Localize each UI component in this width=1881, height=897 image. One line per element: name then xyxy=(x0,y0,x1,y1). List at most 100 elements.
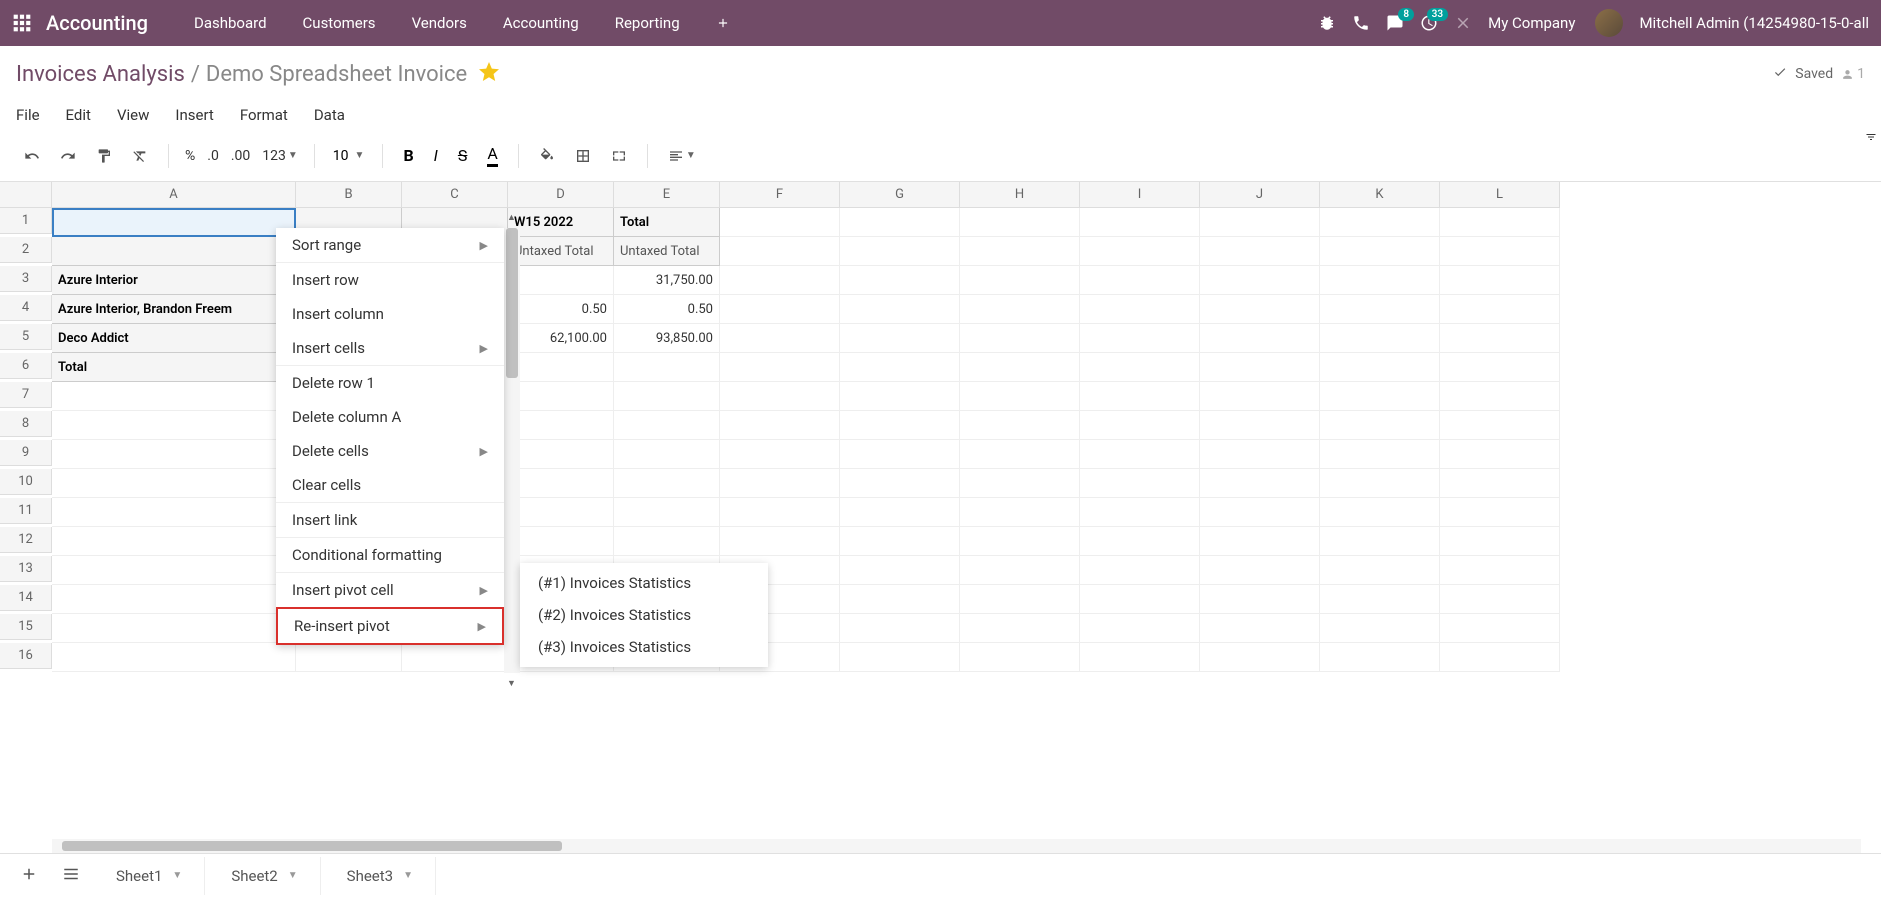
cell[interactable] xyxy=(960,295,1080,324)
ctx-delete-cells[interactable]: Delete cells▶ xyxy=(276,434,504,468)
col-header[interactable]: B xyxy=(296,182,402,208)
sheet-tab[interactable]: Sheet2▼ xyxy=(209,857,320,895)
cell[interactable]: 62,100.00 xyxy=(508,324,614,353)
cell[interactable] xyxy=(720,295,840,324)
cell[interactable] xyxy=(1440,237,1560,266)
bug-icon[interactable] xyxy=(1318,14,1336,32)
sheet-tab[interactable]: Sheet1▼ xyxy=(94,857,205,895)
submenu-item[interactable]: (#2) Invoices Statistics xyxy=(520,599,768,631)
menu-file[interactable]: File xyxy=(16,106,40,124)
cell[interactable] xyxy=(1320,324,1440,353)
cell[interactable] xyxy=(1080,208,1200,237)
menu-edit[interactable]: Edit xyxy=(66,106,91,124)
row-header[interactable]: 11 xyxy=(0,498,52,524)
ctx-insert-row[interactable]: Insert row xyxy=(276,263,504,297)
nav-add[interactable] xyxy=(698,0,748,46)
col-header[interactable]: I xyxy=(1080,182,1200,208)
row-header[interactable]: 12 xyxy=(0,527,52,553)
cell[interactable] xyxy=(614,353,720,382)
cell[interactable] xyxy=(840,208,960,237)
nav-accounting[interactable]: Accounting xyxy=(485,0,597,46)
cell[interactable] xyxy=(1320,353,1440,382)
row-header[interactable]: 5 xyxy=(0,324,52,350)
cell[interactable] xyxy=(1200,324,1320,353)
text-color-button[interactable]: A xyxy=(479,138,505,173)
ctx-insert-column[interactable]: Insert column xyxy=(276,297,504,331)
cell[interactable] xyxy=(1320,208,1440,237)
cell[interactable] xyxy=(1080,295,1200,324)
cell[interactable] xyxy=(1200,266,1320,295)
cell[interactable]: Untaxed Total xyxy=(508,237,614,266)
company-selector[interactable]: My Company xyxy=(1488,14,1575,32)
bold-button[interactable]: B xyxy=(395,140,421,171)
row-header[interactable]: 3 xyxy=(0,266,52,292)
decimal-increase-button[interactable]: .00 xyxy=(227,148,254,164)
row-header[interactable]: 4 xyxy=(0,295,52,321)
cell[interactable] xyxy=(960,353,1080,382)
row-header[interactable]: 9 xyxy=(0,440,52,466)
row-header[interactable]: 7 xyxy=(0,382,52,408)
row-header[interactable]: 2 xyxy=(0,237,52,263)
cell[interactable] xyxy=(508,266,614,295)
cell[interactable] xyxy=(840,237,960,266)
redo-button[interactable] xyxy=(52,142,84,170)
ctx-conditional-format[interactable]: Conditional formatting xyxy=(276,538,504,572)
menu-format[interactable]: Format xyxy=(240,106,288,124)
col-header[interactable]: F xyxy=(720,182,840,208)
decimal-decrease-button[interactable]: .0 xyxy=(203,148,223,164)
cell[interactable] xyxy=(1080,237,1200,266)
select-all-corner[interactable] xyxy=(0,182,52,208)
apps-icon[interactable] xyxy=(12,13,32,33)
cell[interactable] xyxy=(720,266,840,295)
chat-icon[interactable]: 8 xyxy=(1386,14,1404,32)
cell[interactable]: Deco Addict xyxy=(52,324,296,353)
row-header[interactable]: 6 xyxy=(0,353,52,379)
cell[interactable] xyxy=(1440,266,1560,295)
ctx-delete-row[interactable]: Delete row 1 xyxy=(276,366,504,400)
nav-reporting[interactable]: Reporting xyxy=(597,0,698,46)
all-sheets-button[interactable] xyxy=(52,859,90,893)
strike-button[interactable]: S xyxy=(450,140,476,171)
close-icon[interactable] xyxy=(1454,14,1472,32)
merge-button[interactable] xyxy=(603,142,635,170)
row-header[interactable]: 15 xyxy=(0,614,52,640)
nav-dashboard[interactable]: Dashboard xyxy=(176,0,285,46)
cell[interactable] xyxy=(1080,324,1200,353)
cell[interactable] xyxy=(52,237,296,266)
cell[interactable] xyxy=(1440,353,1560,382)
cell[interactable] xyxy=(720,237,840,266)
add-sheet-button[interactable] xyxy=(10,859,48,893)
breadcrumb-parent[interactable]: Invoices Analysis xyxy=(16,62,185,87)
nav-customers[interactable]: Customers xyxy=(285,0,394,46)
cell[interactable] xyxy=(1320,266,1440,295)
cell[interactable]: Azure Interior xyxy=(52,266,296,295)
cell[interactable] xyxy=(52,208,296,237)
cell[interactable] xyxy=(1080,353,1200,382)
sheet-tab[interactable]: Sheet3▼ xyxy=(325,857,436,895)
ctx-insert-link[interactable]: Insert link xyxy=(276,503,504,537)
percent-button[interactable]: % xyxy=(181,148,199,164)
submenu-item[interactable]: (#1) Invoices Statistics xyxy=(520,567,768,599)
avatar[interactable] xyxy=(1595,9,1623,37)
font-size-selector[interactable]: 10▼ xyxy=(327,148,371,164)
ctx-sort-range[interactable]: Sort range▶ xyxy=(276,228,504,262)
col-header[interactable]: L xyxy=(1440,182,1560,208)
nav-vendors[interactable]: Vendors xyxy=(394,0,485,46)
cell[interactable] xyxy=(960,237,1080,266)
row-header[interactable]: 8 xyxy=(0,411,52,437)
borders-button[interactable] xyxy=(567,142,599,170)
horizontal-scrollbar[interactable] xyxy=(0,839,1861,853)
menu-insert[interactable]: Insert xyxy=(175,106,213,124)
col-header[interactable]: G xyxy=(840,182,960,208)
submenu-item[interactable]: (#3) Invoices Statistics xyxy=(520,631,768,663)
row-header[interactable]: 10 xyxy=(0,469,52,495)
cell[interactable] xyxy=(1440,208,1560,237)
row-header[interactable]: 14 xyxy=(0,585,52,611)
scroll-thumb[interactable] xyxy=(62,841,562,851)
cell[interactable] xyxy=(1200,295,1320,324)
row-header[interactable]: 13 xyxy=(0,556,52,582)
col-header[interactable]: A xyxy=(52,182,296,208)
align-button[interactable]: ▼ xyxy=(660,142,704,170)
cell[interactable]: Total xyxy=(614,208,720,237)
scroll-up-icon[interactable]: ▲ xyxy=(507,212,516,223)
